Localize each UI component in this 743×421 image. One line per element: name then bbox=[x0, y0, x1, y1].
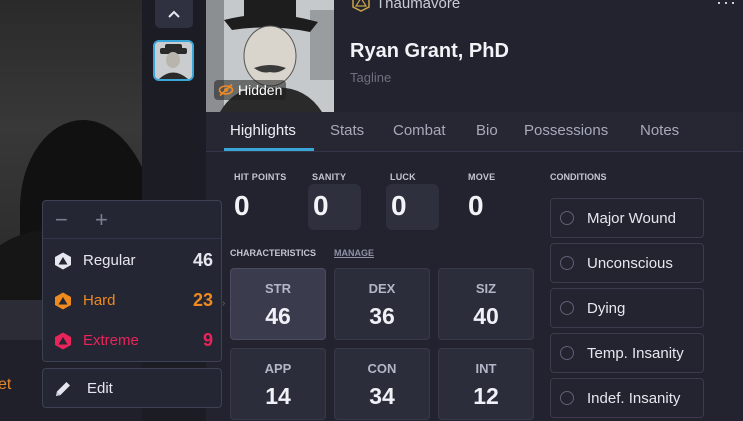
manage-characteristics-link[interactable]: MANAGE bbox=[334, 248, 374, 258]
difficulty-extreme[interactable]: Extreme 9 bbox=[43, 321, 221, 361]
minus-icon: − bbox=[55, 207, 68, 232]
condition-indef-insanity[interactable]: Indef. Insanity bbox=[550, 378, 704, 418]
tab-notes[interactable]: Notes bbox=[640, 122, 679, 139]
plus-icon: + bbox=[95, 207, 108, 232]
more-options-button[interactable]: ··· bbox=[716, 0, 737, 13]
conditions-heading: CONDITIONS bbox=[550, 172, 607, 182]
condition-label: Indef. Insanity bbox=[587, 389, 681, 407]
chevron-up-icon bbox=[168, 10, 180, 18]
edit-label: Edit bbox=[87, 380, 113, 397]
sanity-label: SANITY bbox=[312, 172, 347, 182]
difficulty-name: Regular bbox=[83, 252, 136, 269]
move-value[interactable]: 0 bbox=[468, 190, 484, 222]
characteristic-value: 14 bbox=[265, 383, 291, 409]
characteristic-value: 12 bbox=[473, 383, 499, 409]
eye-off-icon bbox=[218, 83, 234, 97]
characteristic-str[interactable]: STR 46 bbox=[230, 268, 326, 340]
radio-icon[interactable] bbox=[560, 301, 574, 315]
app-name-text: Thaumavore bbox=[376, 0, 461, 12]
d20-logo-icon bbox=[352, 0, 370, 12]
backdrop-text: et bbox=[0, 376, 12, 393]
move-label: MOVE bbox=[468, 172, 496, 182]
condition-label: Unconscious bbox=[587, 254, 673, 272]
condition-label: Major Wound bbox=[587, 209, 676, 227]
regular-difficulty-icon bbox=[55, 252, 71, 270]
difficulty-hard[interactable]: Hard 23 bbox=[43, 281, 221, 321]
edit-button[interactable]: Edit bbox=[42, 368, 222, 408]
hit-points-value[interactable]: 0 bbox=[234, 190, 250, 222]
popover-toolbar: − + bbox=[43, 201, 221, 239]
difficulty-regular[interactable]: Regular 46 bbox=[43, 241, 221, 281]
more-dots-icon: ··· bbox=[716, 0, 737, 12]
tab-stats[interactable]: Stats bbox=[330, 122, 364, 139]
portrait-thumbnail-icon bbox=[155, 42, 192, 79]
difficulty-value: 9 bbox=[202, 330, 213, 350]
luck-value[interactable]: 0 bbox=[391, 190, 407, 222]
characteristic-value: 40 bbox=[473, 303, 499, 329]
characteristic-value: 36 bbox=[369, 303, 395, 329]
difficulty-value: 23 bbox=[192, 290, 213, 310]
characteristic-siz[interactable]: SIZ 40 bbox=[438, 268, 534, 340]
decrease-button[interactable]: − bbox=[55, 207, 68, 233]
tagline-input[interactable]: Tagline bbox=[350, 70, 391, 85]
characteristic-dex[interactable]: DEX 36 bbox=[334, 268, 430, 340]
condition-label: Dying bbox=[587, 299, 626, 317]
tab-bio[interactable]: Bio bbox=[476, 122, 498, 139]
difficulty-name: Extreme bbox=[83, 332, 139, 349]
difficulty-popover: − + Regular 46 Hard 23 Extreme 9 bbox=[42, 200, 222, 362]
collapse-button[interactable] bbox=[155, 0, 193, 28]
characteristic-label: CON bbox=[367, 361, 397, 376]
visibility-badge[interactable]: Hidden bbox=[214, 80, 287, 100]
characteristic-app[interactable]: APP 14 bbox=[230, 348, 326, 420]
condition-dying[interactable]: Dying bbox=[550, 288, 704, 328]
chevron-right-icon: › bbox=[222, 298, 226, 309]
characteristic-label: STR bbox=[265, 281, 291, 296]
tab-highlights[interactable]: Highlights bbox=[230, 122, 296, 139]
condition-unconscious[interactable]: Unconscious bbox=[550, 243, 704, 283]
characteristic-label: SIZ bbox=[475, 281, 497, 296]
radio-icon[interactable] bbox=[560, 211, 574, 225]
characteristic-label: DEX bbox=[368, 281, 396, 296]
hit-points-label: HIT POINTS bbox=[234, 172, 287, 182]
characteristics-heading: CHARACTERISTICS bbox=[230, 248, 317, 258]
extreme-difficulty-icon bbox=[55, 332, 71, 350]
characteristic-con[interactable]: CON 34 bbox=[334, 348, 430, 420]
sanity-value[interactable]: 0 bbox=[313, 190, 329, 222]
visibility-label: Hidden bbox=[238, 82, 283, 98]
tab-possessions[interactable]: Possessions bbox=[524, 122, 608, 139]
character-name[interactable]: Ryan Grant, PhD bbox=[350, 40, 509, 63]
pencil-icon bbox=[56, 382, 70, 396]
characteristic-label: INT bbox=[475, 361, 497, 376]
characteristic-int[interactable]: INT 12 bbox=[438, 348, 534, 420]
radio-icon[interactable] bbox=[560, 391, 574, 405]
characteristic-value: 34 bbox=[369, 383, 395, 409]
radio-icon[interactable] bbox=[560, 256, 574, 270]
tab-combat[interactable]: Combat bbox=[393, 122, 446, 139]
section-tabs: Highlights Stats Combat Bio Possessions … bbox=[206, 112, 743, 152]
characteristic-label: APP bbox=[264, 361, 292, 376]
condition-label: Temp. Insanity bbox=[587, 344, 684, 362]
increase-button[interactable]: + bbox=[95, 207, 108, 233]
characteristic-value: 46 bbox=[265, 303, 291, 329]
difficulty-value: 46 bbox=[192, 250, 213, 270]
radio-icon[interactable] bbox=[560, 346, 574, 360]
condition-temp-insanity[interactable]: Temp. Insanity bbox=[550, 333, 704, 373]
active-tab-indicator bbox=[224, 148, 314, 151]
condition-major-wound[interactable]: Major Wound bbox=[550, 198, 704, 238]
character-thumbnail[interactable] bbox=[153, 40, 194, 81]
difficulty-name: Hard bbox=[83, 292, 116, 309]
luck-label: LUCK bbox=[390, 172, 416, 182]
app-name: Thaumavore bbox=[352, 0, 460, 12]
hard-difficulty-icon bbox=[55, 292, 71, 310]
